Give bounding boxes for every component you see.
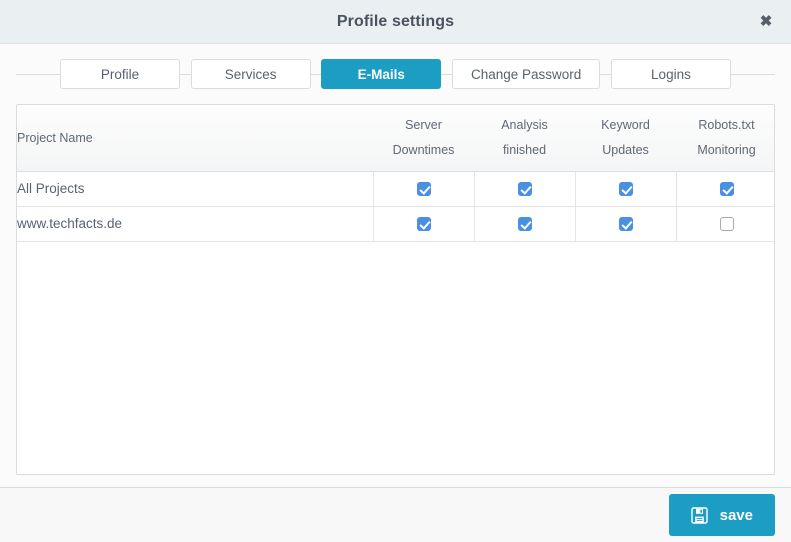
profile-settings-modal: Profile settings ✖ Profile Services E-Ma… xyxy=(0,0,791,542)
cell-analysis-finished[interactable] xyxy=(473,171,575,207)
column-header-analysis-finished-line2: finished xyxy=(502,142,547,157)
close-icon[interactable]: ✖ xyxy=(755,11,777,33)
column-header-server-downtimes-line2: Downtimes xyxy=(392,142,455,157)
page-title: Profile settings xyxy=(336,12,455,30)
cell-server-downtimes[interactable] xyxy=(372,206,474,242)
tab-services[interactable]: Services xyxy=(190,59,311,89)
save-button[interactable]: save xyxy=(668,494,775,536)
email-settings-table: Project Name Server Downtimes Analysis f… xyxy=(17,105,774,242)
checkbox-keyword-updates[interactable] xyxy=(618,217,633,232)
checkbox-analysis-finished[interactable] xyxy=(517,182,532,197)
column-header-keyword-updates: Keyword Updates xyxy=(575,105,676,172)
modal-footer: save xyxy=(0,487,791,542)
cell-analysis-finished[interactable] xyxy=(473,206,575,242)
save-button-label: save xyxy=(719,506,753,524)
modal-body: Profile Services E-Mails Change Password… xyxy=(0,44,791,487)
tab-bar: Profile Services E-Mails Change Password… xyxy=(0,44,791,104)
column-header-robots-monitoring: Robots.txt Monitoring xyxy=(676,105,774,172)
table-header: Project Name Server Downtimes Analysis f… xyxy=(17,105,774,172)
checkbox-server-downtimes[interactable] xyxy=(416,217,431,232)
table-row: www.techfacts.de xyxy=(17,206,774,242)
cell-keyword-updates[interactable] xyxy=(574,206,676,242)
column-header-analysis-finished: Analysis finished xyxy=(474,105,575,172)
modal-titlebar: Profile settings ✖ xyxy=(0,0,791,44)
table-header-row: Project Name Server Downtimes Analysis f… xyxy=(17,105,774,172)
cell-project-name: www.techfacts.de xyxy=(17,206,373,242)
checkbox-server-downtimes[interactable] xyxy=(416,182,431,197)
cell-keyword-updates[interactable] xyxy=(574,171,676,207)
column-header-keyword-updates-line1: Keyword xyxy=(601,118,650,133)
column-header-keyword-updates-line2: Updates xyxy=(602,142,649,157)
tab-profile[interactable]: Profile xyxy=(60,59,180,89)
cell-project-name: All Projects xyxy=(17,171,373,207)
cell-robots-monitoring[interactable] xyxy=(675,171,774,207)
tab-logins[interactable]: Logins xyxy=(610,59,731,89)
column-header-analysis-finished-line1: Analysis xyxy=(501,118,548,133)
column-header-project-name: Project Name xyxy=(17,105,373,172)
checkbox-robots-monitoring[interactable] xyxy=(719,217,734,232)
column-header-server-downtimes: Server Downtimes xyxy=(373,105,474,172)
tab-emails[interactable]: E-Mails xyxy=(321,59,442,89)
table-row: All Projects xyxy=(17,171,774,207)
tab-list: Profile Services E-Mails Change Password… xyxy=(16,59,775,89)
column-header-server-downtimes-line1: Server xyxy=(405,118,442,133)
checkbox-robots-monitoring[interactable] xyxy=(719,182,734,197)
tab-change-password[interactable]: Change Password xyxy=(451,59,601,89)
column-header-robots-monitoring-line2: Monitoring xyxy=(697,142,756,157)
column-header-robots-monitoring-line1: Robots.txt xyxy=(698,118,755,133)
email-settings-table-panel: Project Name Server Downtimes Analysis f… xyxy=(16,104,775,475)
checkbox-keyword-updates[interactable] xyxy=(618,182,633,197)
floppy-disk-icon xyxy=(690,506,708,524)
checkbox-analysis-finished[interactable] xyxy=(517,217,532,232)
column-header-project-name-label: Project Name xyxy=(17,130,93,145)
cell-server-downtimes[interactable] xyxy=(372,171,474,207)
table-body: All Projects www.techfacts.de xyxy=(17,171,774,242)
cell-robots-monitoring[interactable] xyxy=(675,206,774,242)
